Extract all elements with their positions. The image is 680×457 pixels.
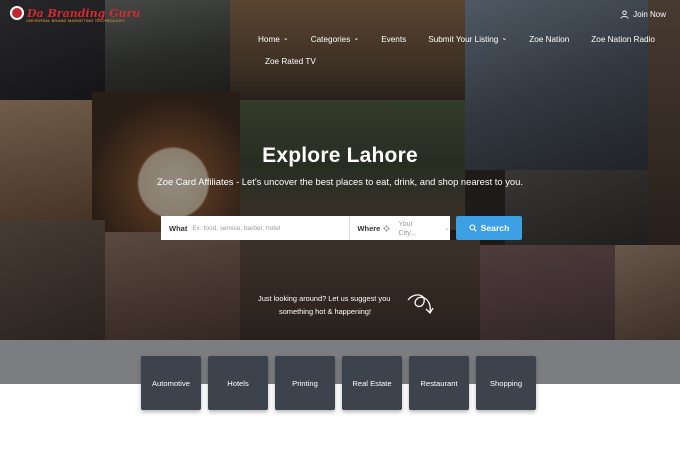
category-real-estate[interactable]: Real Estate [342,356,402,410]
logo-pin-icon [10,6,24,20]
nav-item-events[interactable]: Events [381,35,406,44]
category-hotels[interactable]: Hotels [208,356,268,410]
nav-item-submit-listing[interactable]: Submit Your Listing ⌄ [428,35,507,44]
chevron-down-icon: ⌄ [444,225,450,232]
suggest-line-2: something hot & happening! [279,307,372,316]
search-button-label: Search [480,223,510,233]
where-label: Where [357,223,381,233]
brand-tagline: UNIVERSAL BRAND MARKETING TECHNOLOGY [26,18,125,23]
nav-label: Zoe Rated TV [265,56,316,66]
category-automotive[interactable]: Automotive [141,356,201,410]
brand-name: Da Branding Guru [27,6,141,20]
what-input[interactable] [192,224,317,232]
hero-title: Explore Lahore [262,144,418,167]
nav-item-home[interactable]: Home ⌄ [258,35,289,44]
nav-label: Categories [310,34,351,44]
hero-section: Da Branding Guru UNIVERSAL BRAND MARKETI… [0,0,680,340]
nav-label: Home [258,34,280,44]
nav-label: Zoe Nation [529,34,570,44]
suggest-line-1: Just looking around? Let us suggest you [258,294,391,303]
locate-icon[interactable] [383,224,390,232]
category-list: Automotive Hotels Printing Real Estate R… [141,356,536,410]
nav-label: Events [381,34,407,44]
category-restaurant[interactable]: Restaurant [409,356,469,410]
where-label-group: Where [349,224,390,233]
curly-arrow-icon [407,294,434,315]
chevron-down-icon: ⌄ [353,35,360,42]
nav-item-zoe-rated-tv[interactable]: Zoe Rated TV [265,57,316,66]
nav-item-zoe-nation[interactable]: Zoe Nation [529,35,569,44]
main-nav: Home ⌄ Categories ⌄ Events Submit Your Lis… [258,33,668,67]
what-label: What [169,223,188,233]
suggest-text: Just looking around? Let us suggest you … [258,292,390,318]
chevron-down-icon: ⌄ [282,35,289,42]
user-icon [620,10,629,19]
chevron-down-icon: ⌄ [501,35,508,42]
hero-subtitle: Zoe Card Affiliates - Let's uncover the … [157,176,523,187]
city-placeholder: Your City... [398,219,417,237]
nav-label: Zoe Nation Radio [591,34,655,44]
nav-item-zoe-nation-radio[interactable]: Zoe Nation Radio [591,35,655,44]
city-select[interactable]: Your City... ⌄ [398,219,450,237]
nav-item-categories[interactable]: Categories ⌄ [311,35,359,44]
category-printing[interactable]: Printing [275,356,335,410]
search-bar: What Where Your City... ⌄ [161,216,450,240]
search-icon [469,224,477,232]
join-now-label: Join Now [633,10,666,19]
nav-label: Submit Your Listing [428,34,499,44]
category-shopping[interactable]: Shopping [476,356,536,410]
search-button[interactable]: Search [456,216,522,240]
join-now-link[interactable]: Join Now [620,10,666,19]
